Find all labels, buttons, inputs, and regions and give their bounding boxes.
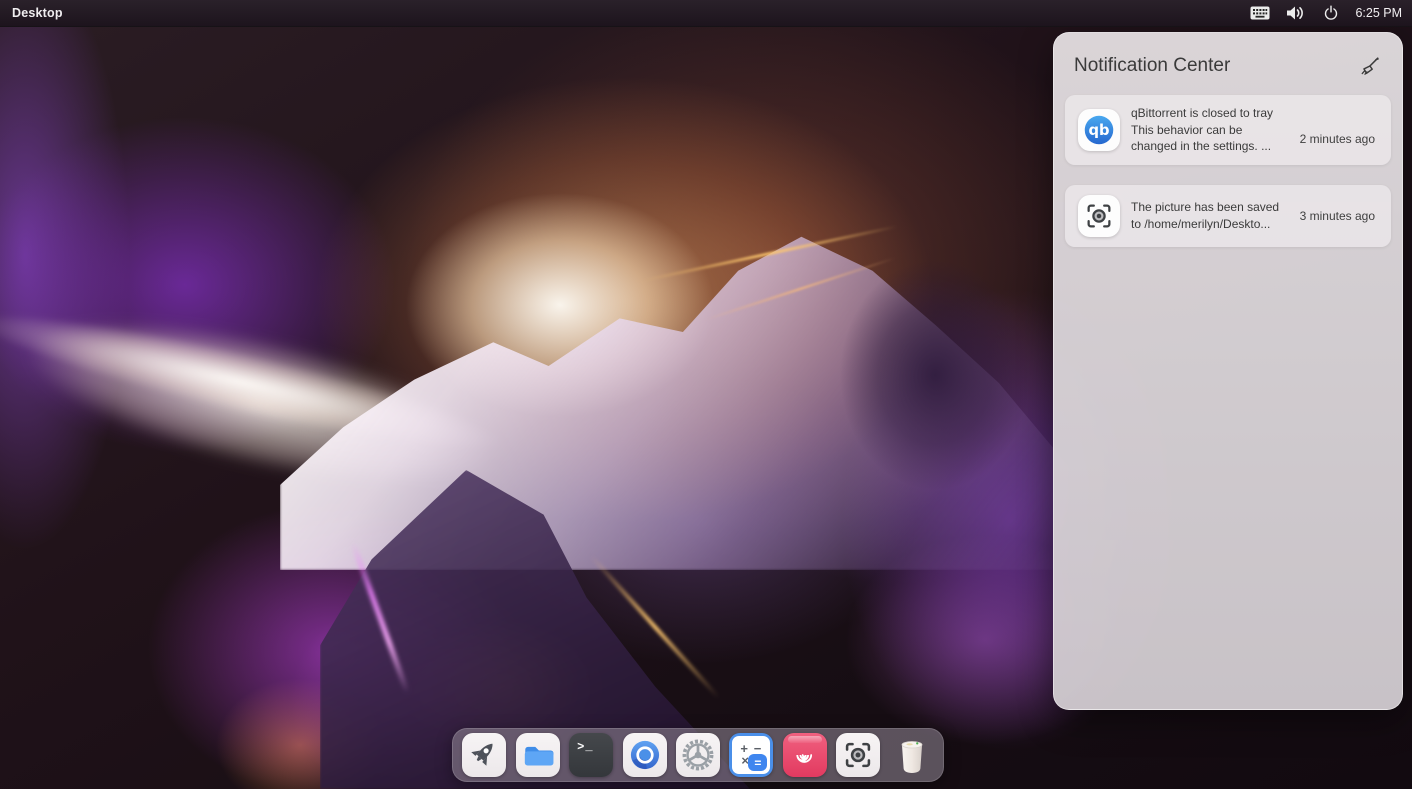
debian-swirl-icon [788,738,822,772]
notification-screenshot[interactable]: The picture has been saved to /home/meri… [1065,185,1391,247]
dock: >_ [452,728,944,782]
wallpaper-gold-streak [643,225,898,282]
dock-item-terminal[interactable]: >_ [569,733,613,777]
notification-text: The picture has been saved to /home/meri… [1131,199,1289,232]
notification-timestamp: 3 minutes ago [1300,209,1375,223]
notification-center-panel: Notification Center [1053,32,1403,710]
wallpaper-light-ribbon [0,248,591,558]
calculator-icon: + − × = [732,736,770,774]
active-app-label[interactable]: Desktop [12,6,63,20]
clear-all-button[interactable] [1356,53,1382,79]
gear-wheel-icon [678,735,718,775]
keyboard-icon[interactable] [1250,6,1270,20]
notification-center-header: Notification Center [1054,33,1402,93]
panel-title: Notification Center [1074,55,1230,77]
rocket-icon [464,735,504,775]
system-tray: 6:25 PM [1250,4,1412,22]
notification-qbittorrent[interactable]: qb qBittorrent is closed to tray This be… [1065,95,1391,165]
notification-text: qBittorrent is closed to tray This behav… [1131,105,1289,155]
chromium-icon [625,735,665,775]
notification-list: qb qBittorrent is closed to tray This be… [1054,93,1402,249]
wallpaper-crystal-shape [280,230,1070,570]
volume-icon[interactable] [1285,4,1307,22]
clock[interactable]: 6:25 PM [1355,6,1402,20]
power-icon[interactable] [1322,4,1340,22]
broom-icon [1358,55,1380,77]
dock-item-trash[interactable] [890,733,934,777]
notification-timestamp: 2 minutes ago [1300,132,1375,146]
folder-icon [518,735,558,775]
dock-item-screenshot[interactable] [836,733,880,777]
wallpaper-gold-streak [705,257,896,321]
dock-item-debian[interactable] [783,733,827,777]
dock-item-settings[interactable] [676,733,720,777]
dock-item-calculator[interactable]: + − × = [729,733,773,777]
dock-item-files[interactable] [516,733,560,777]
wallpaper-light-ribbon-core [0,292,510,472]
dock-item-browser[interactable] [623,733,667,777]
wallpaper-dark-facet [840,260,1030,490]
trash-icon [891,734,933,776]
terminal-icon: >_ [577,740,593,754]
wallpaper-gold-rim [590,555,720,699]
notification-title: The picture has been saved to /home/meri… [1131,199,1289,232]
qbittorrent-icon: qb [1078,109,1120,151]
screenshot-icon [1078,195,1120,237]
notification-body: This behavior can be changed in the sett… [1131,122,1289,155]
notification-title: qBittorrent is closed to tray [1131,105,1289,122]
dock-item-launcher[interactable] [462,733,506,777]
screenshot-icon [838,735,878,775]
top-menubar: Desktop [0,0,1412,27]
svg-text:qb: qb [1088,122,1109,139]
wallpaper-magenta-rim [350,541,409,693]
desktop-screen: Desktop [0,0,1412,789]
